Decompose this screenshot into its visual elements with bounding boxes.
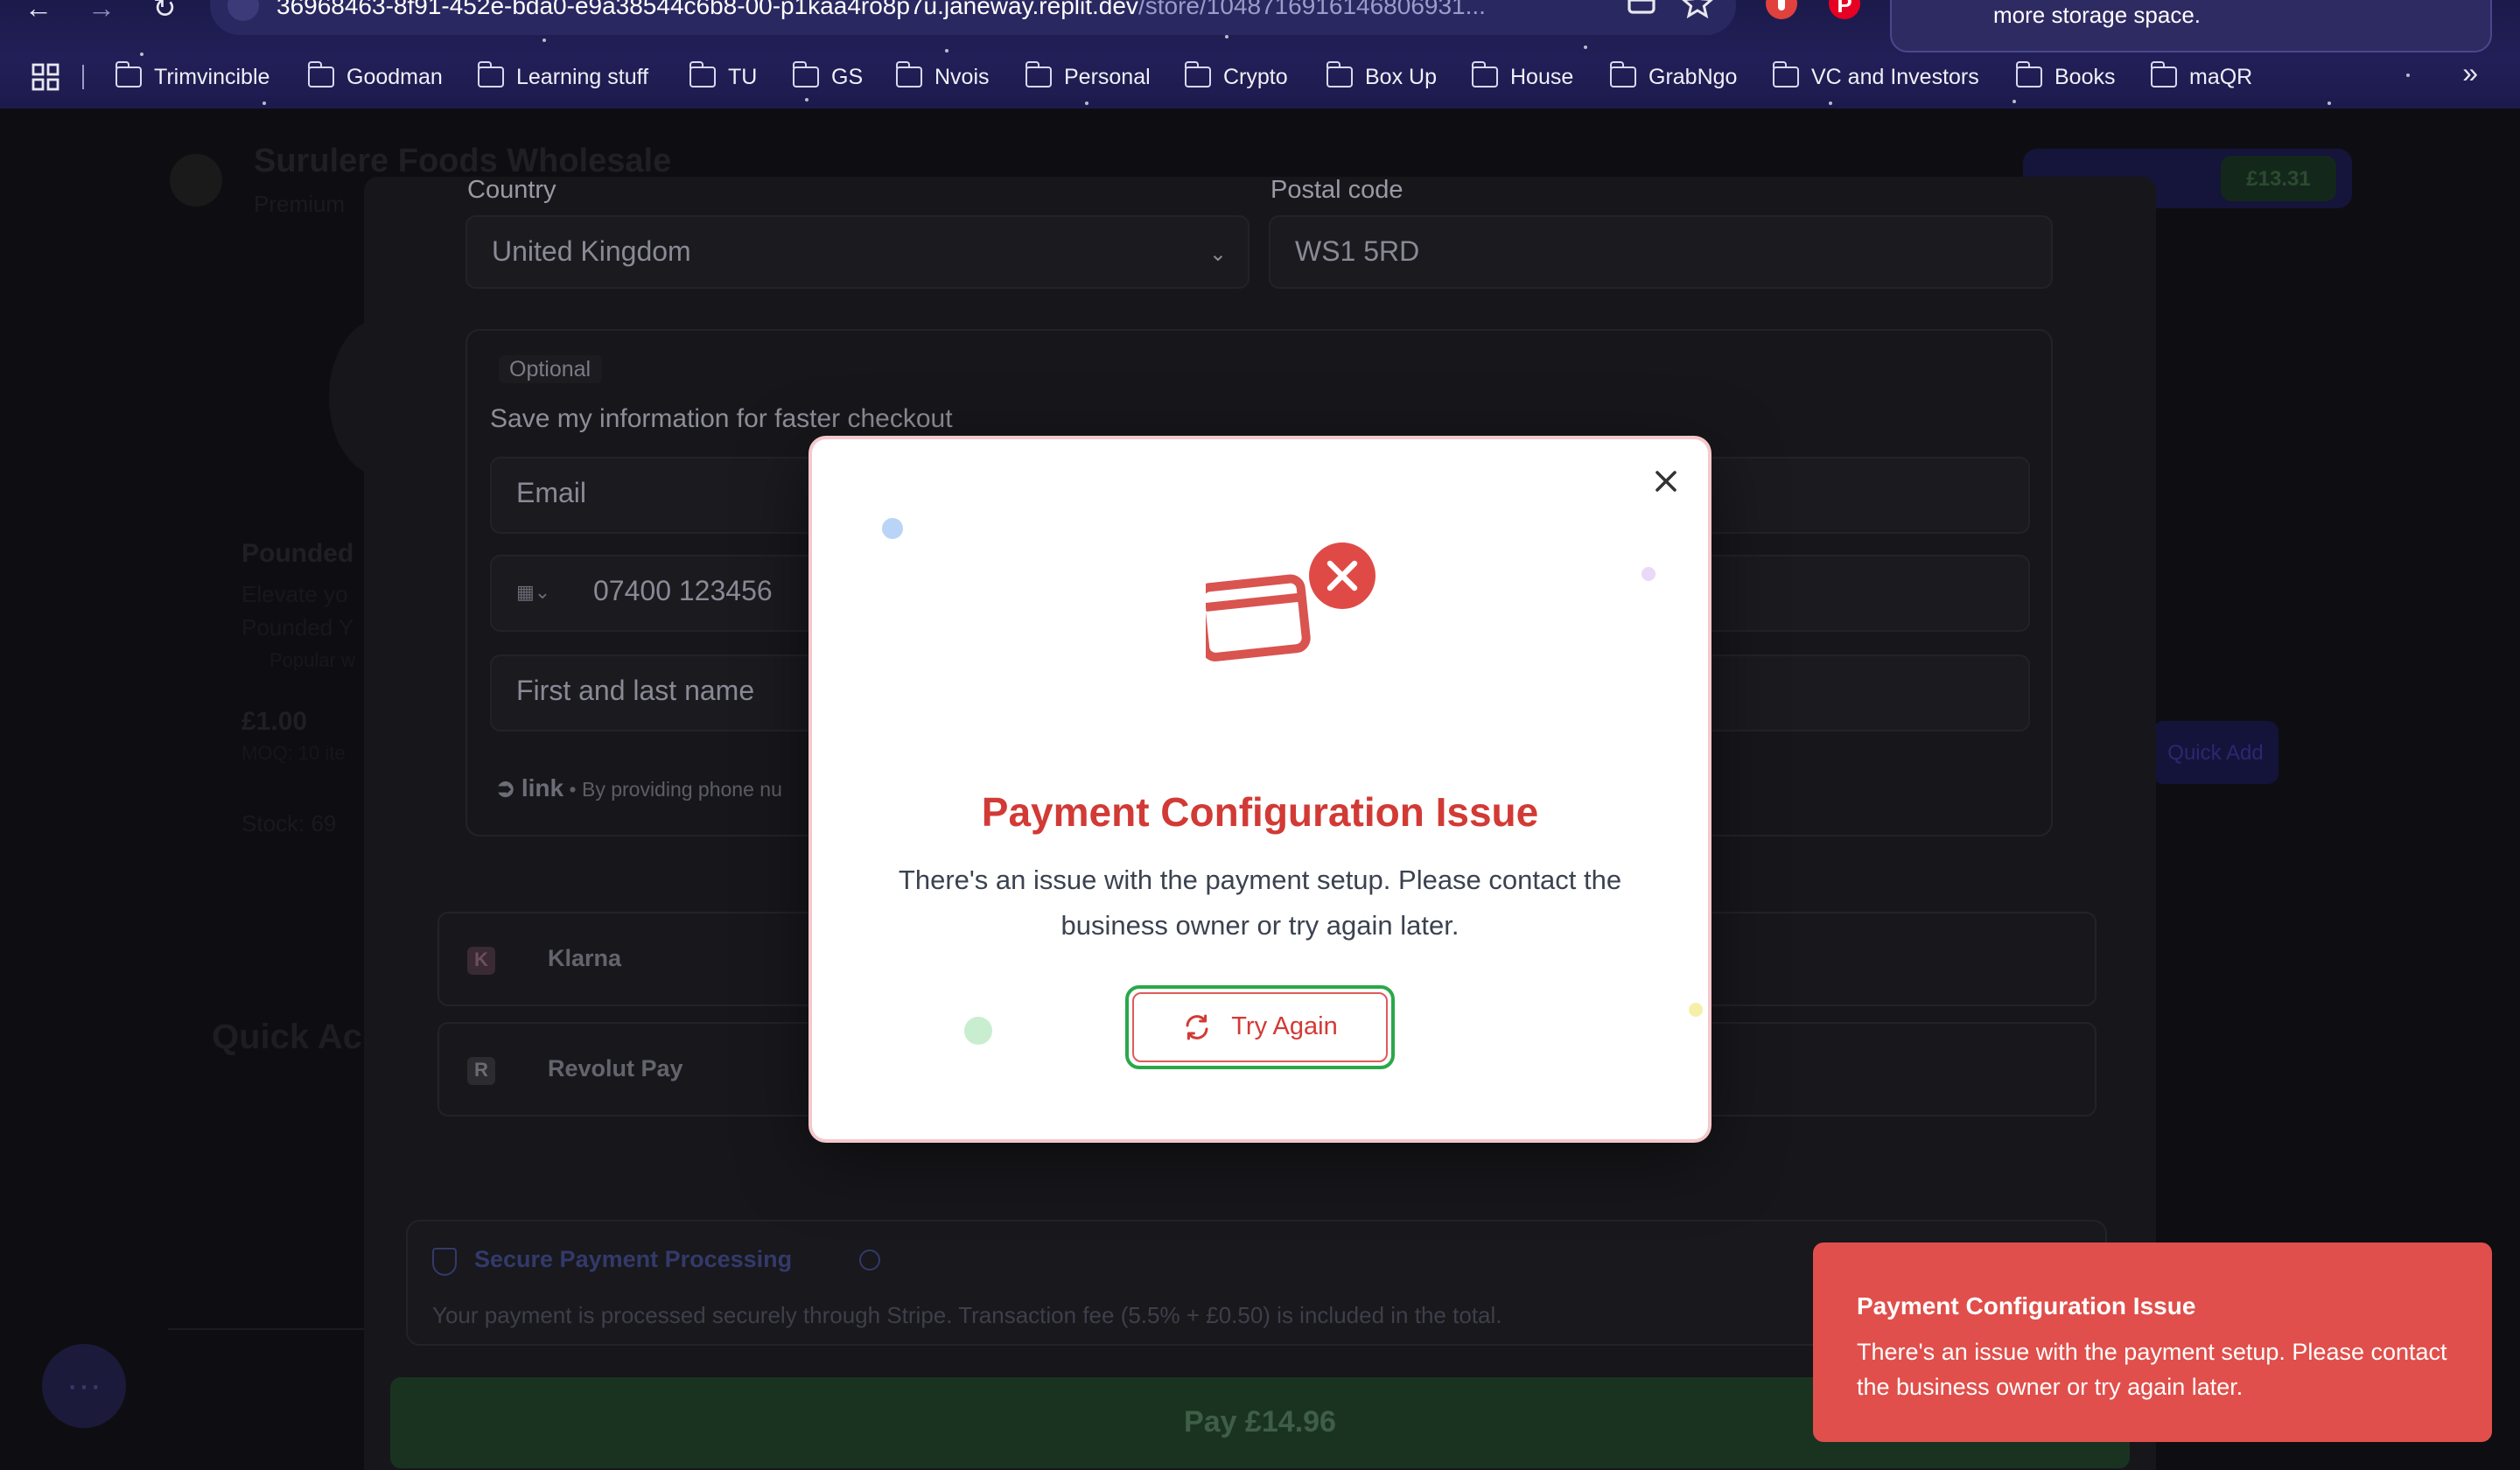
folder-icon [1326,61,1353,88]
folder-icon [115,61,142,88]
error-toast[interactable]: Payment Configuration Issue There's an i… [1813,1242,2492,1442]
folder-icon [307,61,334,88]
bookmark-folder[interactable]: Goodman [307,60,443,94]
bookmarks-separator [82,65,84,89]
address-bar[interactable]: 36968463-8f91-452e-bda0-e9a38544c6b8-00-… [210,0,1736,35]
product-moq: MOQ: 10 ite [242,744,346,765]
link-logo-icon: ➲ [495,774,516,802]
back-icon[interactable]: ← [18,0,60,32]
country-label: Country [467,177,556,205]
reload-icon[interactable]: ↻ [144,0,186,32]
product-description: Pounded Y [242,614,354,640]
svg-text:P: P [1837,0,1852,18]
folder-icon [895,61,922,88]
store-logo [170,154,222,206]
save-info-label: Save my information for faster checkout [490,404,953,434]
bookmark-folder[interactable]: Books [2015,60,2116,94]
bookmark-folder[interactable]: Trimvincible [115,60,270,94]
product-description: Elevate yo [242,581,348,607]
revolut-icon: R [467,1057,495,1085]
storage-notification[interactable]: more storage space. [1890,0,2492,52]
dialog-title: Payment Configuration Issue [981,789,1539,835]
klarna-icon: K [467,947,495,975]
decor-dot [1689,1003,1703,1017]
bookmark-folder[interactable]: TU [689,60,757,94]
quick-actions-heading: Quick Ac [212,1018,362,1057]
folder-icon [1025,61,1052,88]
folder-icon [1609,61,1636,88]
secure-description: Your payment is processed securely throu… [432,1302,1502,1328]
bookmark-folder[interactable]: Box Up [1326,60,1437,94]
bookmark-folder[interactable]: GS [792,60,863,94]
dialog-message: There's an issue with the payment setup.… [898,866,1622,942]
refresh-icon [1185,1014,1208,1040]
decor-dot [882,518,903,539]
try-again-button[interactable]: Try Again [1132,992,1388,1062]
folder-icon [1471,61,1498,88]
product-name: Pounded [242,539,354,569]
shield-icon [432,1248,457,1276]
folder-icon [792,61,819,88]
folder-icon [1184,61,1211,88]
apps-grid-icon[interactable] [32,63,60,91]
bookmark-folder[interactable]: House [1471,60,1573,94]
info-icon[interactable] [859,1250,880,1270]
pinterest-icon[interactable]: P [1827,0,1862,21]
uk-flag-icon[interactable]: ▦⌄ [516,556,550,630]
url-path: /store/10487169161468069​31... [1138,0,1486,19]
chat-icon[interactable]: ··· [42,1344,126,1428]
tab-search-icon[interactable] [1624,0,1659,21]
notification-text: more storage space. [1993,2,2202,28]
optional-tag: Optional [499,355,602,383]
chevron-down-icon: ⌄ [1208,242,1227,266]
folder-icon [2015,61,2042,88]
decor-dot [964,1017,992,1045]
folder-icon [2150,61,2177,88]
browser-chrome: ← → ↻ 36968463-8f91-452e-bda0-e9a38544c6… [0,0,2520,108]
credit-card-icon [1206,574,1311,662]
bookmark-folder[interactable]: Nvois [895,60,990,94]
link-brand: link [521,774,564,802]
decor-dot [1642,567,1656,581]
url-host: 36968463-8f91-452e-bda0-e9a38544c6b8-00-… [276,0,1138,19]
folder-icon [689,61,716,88]
bookmark-folder[interactable]: Personal [1025,60,1151,94]
toast-title: Payment Configuration Issue [1857,1292,2196,1320]
bookmark-folder[interactable]: Crypto [1184,60,1288,94]
more-bookmarks-icon[interactable]: » [2462,60,2478,91]
quick-add-button[interactable]: Quick Add [2152,721,2278,784]
payment-error-icon [1206,542,1376,662]
folder-icon [1772,61,1799,88]
try-again-focus-ring: Try Again [1125,985,1395,1069]
secure-title: Secure Payment Processing [474,1246,793,1272]
bookmark-folder[interactable]: VC and Investors [1772,60,1979,94]
bookmark-folder[interactable]: Learning stuff [477,60,648,94]
store-subtitle: Premium [254,191,346,217]
bookmark-folder[interactable]: GrabNgo [1609,60,1737,94]
extension-hand-icon[interactable] [1764,0,1799,21]
site-info-icon[interactable] [228,0,259,21]
bookmark-star-icon[interactable] [1680,0,1715,21]
product-price: £1.00 [242,707,308,737]
toast-message: There's an issue with the payment setup.… [1857,1339,2447,1400]
product-stock: Stock: 69 [242,810,337,836]
forward-icon[interactable]: → [80,0,122,32]
bookmarks-bar: Trimvincible Goodman Learning stuff TU G… [0,60,2520,94]
postal-code-input[interactable]: WS1 5RD [1269,215,2053,289]
postal-label: Postal code [1270,177,1404,205]
error-dialog: Payment Configuration Issue There's an i… [812,439,1708,1139]
error-x-icon [1309,542,1376,609]
cart-total-badge: £13.31 [2221,156,2336,201]
folder-icon [477,61,504,88]
country-select[interactable]: United Kingdom ⌄ [466,215,1250,289]
close-icon[interactable] [1648,464,1684,499]
bookmark-folder[interactable]: maQR [2150,60,2252,94]
